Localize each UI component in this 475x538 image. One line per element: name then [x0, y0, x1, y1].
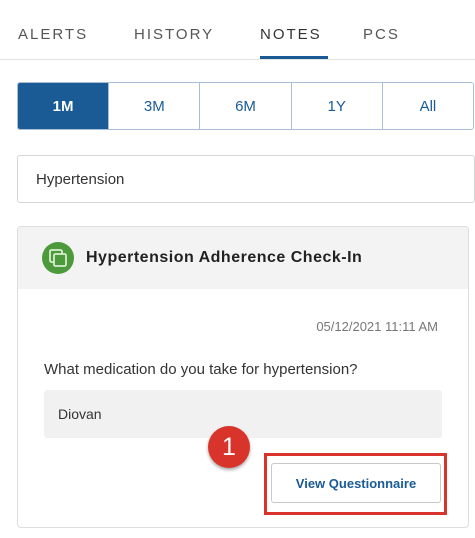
range-1m-button[interactable]: 1M	[18, 83, 109, 129]
tab-pcs[interactable]: PCS	[363, 26, 400, 43]
callout-highlight-box	[264, 453, 447, 515]
note-filter-input[interactable]: Hypertension	[17, 155, 475, 203]
range-1y-button[interactable]: 1Y	[290, 83, 382, 129]
tab-bar: ALERTS HISTORY NOTES PCS	[0, 0, 475, 60]
note-card-title: Hypertension Adherence Check-In	[86, 249, 363, 266]
range-6m-button[interactable]: 6M	[199, 83, 291, 129]
note-card-header: Hypertension Adherence Check-In	[18, 227, 468, 289]
active-tab-indicator	[260, 56, 328, 59]
step-number-badge: 1	[208, 426, 250, 468]
note-timestamp: 05/12/2021 11:11 AM	[316, 319, 438, 334]
tab-alerts[interactable]: ALERTS	[18, 26, 88, 43]
tab-history[interactable]: HISTORY	[134, 26, 214, 43]
range-3m-button[interactable]: 3M	[108, 83, 200, 129]
questionnaire-icon	[42, 242, 74, 274]
question-text: What medication do you take for hyperten…	[44, 361, 358, 378]
time-range-selector: 1M 3M 6M 1Y All	[17, 82, 474, 130]
tab-notes[interactable]: NOTES	[260, 26, 322, 43]
range-all-button[interactable]: All	[381, 83, 473, 129]
